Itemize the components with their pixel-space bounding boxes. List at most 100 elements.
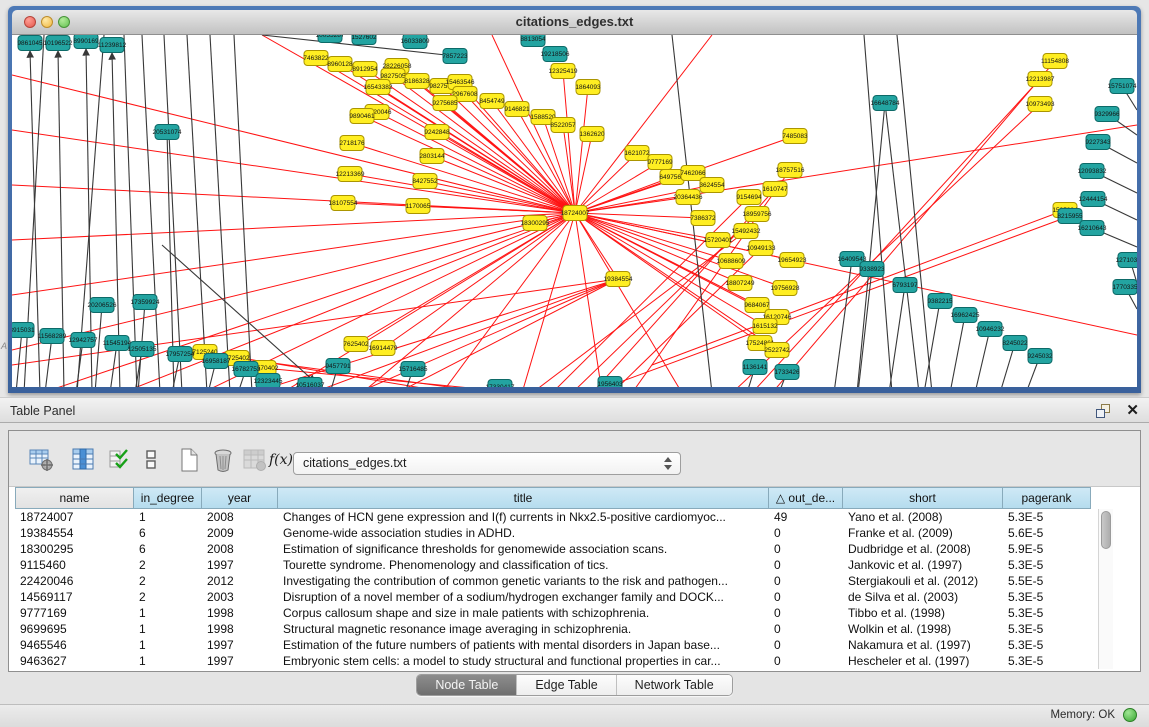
graph-node[interactable]: 8960128 bbox=[327, 57, 353, 72]
graph-node[interactable]: 8990169 bbox=[73, 35, 99, 49]
graph-node[interactable]: 9890461 bbox=[349, 109, 375, 124]
graph-node[interactable]: 6793197 bbox=[892, 278, 918, 293]
graph-node[interactable]: 1362620 bbox=[579, 127, 605, 142]
graph-node[interactable]: 12942757 bbox=[69, 333, 98, 348]
table-selector[interactable]: citations_edges.txt bbox=[293, 452, 681, 475]
graph-node[interactable]: 18757516 bbox=[776, 163, 805, 178]
graph-node[interactable]: 1733426 bbox=[774, 365, 800, 380]
graph-node[interactable]: 9154694 bbox=[736, 190, 762, 205]
graph-node[interactable]: 9861045 bbox=[17, 36, 43, 51]
table-row[interactable]: 946362711997Embryonic stem cells: a mode… bbox=[15, 653, 1091, 669]
graph-node[interactable]: 9227343 bbox=[1085, 135, 1111, 150]
graph-node[interactable]: 8215955 bbox=[1057, 209, 1083, 224]
graph-node[interactable]: 18724007 bbox=[561, 206, 590, 221]
graph-node[interactable]: 18107554 bbox=[329, 196, 358, 211]
graph-node[interactable]: 19384554 bbox=[604, 272, 633, 287]
graph-node[interactable]: 10973493 bbox=[1026, 97, 1055, 112]
graph-node[interactable]: 16210643 bbox=[1078, 221, 1107, 236]
graph-node[interactable]: 1136141 bbox=[743, 360, 768, 375]
graph-node[interactable]: 9245032 bbox=[1027, 349, 1053, 364]
graph-node[interactable]: 2522742 bbox=[764, 343, 790, 358]
table-row[interactable]: 946554611997Estimation of the future num… bbox=[15, 637, 1091, 653]
graph-node[interactable]: 12323445 bbox=[254, 374, 283, 388]
graph-node[interactable]: 2803144 bbox=[419, 149, 445, 164]
graph-node[interactable]: 12444154 bbox=[1079, 192, 1108, 207]
table-row[interactable]: 1938455462009Genome-wide association stu… bbox=[15, 525, 1091, 541]
graph-node[interactable]: 8245022 bbox=[1002, 336, 1028, 351]
trash-icon[interactable] bbox=[209, 446, 237, 474]
graph-node[interactable]: 16033809 bbox=[401, 35, 430, 49]
table-row[interactable]: 977716911998Corpus callosum shape and si… bbox=[15, 605, 1091, 621]
scrollbar-thumb[interactable] bbox=[1101, 511, 1111, 549]
column-highlight-icon[interactable] bbox=[69, 446, 97, 474]
graph-node[interactable]: 15751074 bbox=[1108, 79, 1137, 94]
graph-node[interactable]: 19654923 bbox=[778, 253, 807, 268]
graph-svg[interactable]: 1872400774638228960128891295428226058982… bbox=[12, 35, 1137, 387]
graph-node[interactable]: 8522057 bbox=[550, 118, 576, 133]
graph-node[interactable]: 12325419 bbox=[549, 64, 578, 79]
graph-node[interactable]: 3624554 bbox=[699, 178, 725, 193]
network-canvas[interactable]: 1872400774638228960128891295428226058982… bbox=[12, 35, 1137, 387]
graph-node[interactable]: 9338923 bbox=[859, 262, 885, 277]
tab-node-table[interactable]: Node Table bbox=[417, 675, 516, 695]
graph-node[interactable]: 11239812 bbox=[98, 38, 127, 53]
graph-node[interactable]: 10196522 bbox=[44, 36, 73, 51]
graph-node[interactable]: 8186328 bbox=[404, 74, 430, 89]
graph-node[interactable]: 16914479 bbox=[369, 341, 398, 356]
graph-node[interactable]: 20531074 bbox=[153, 125, 182, 140]
graph-node[interactable]: 7625402 bbox=[343, 337, 369, 352]
column-header-title[interactable]: title bbox=[278, 487, 769, 509]
tab-network-table[interactable]: Network Table bbox=[616, 675, 732, 695]
graph-node[interactable]: 1770335 bbox=[1112, 280, 1137, 295]
graph-node[interactable]: 1170065 bbox=[406, 199, 431, 214]
network-window-titlebar[interactable]: citations_edges.txt bbox=[12, 10, 1137, 35]
table-row[interactable]: 1830029562008Estimation of significance … bbox=[15, 541, 1091, 557]
table-row[interactable]: 2242004622012Investigating the contribut… bbox=[15, 573, 1091, 589]
graph-node[interactable]: 2718176 bbox=[339, 136, 365, 151]
table-settings-icon[interactable] bbox=[27, 446, 55, 474]
graph-node[interactable]: 17359924 bbox=[131, 295, 160, 310]
graph-node[interactable]: 10946232 bbox=[976, 322, 1005, 337]
column-header-in_degree[interactable]: in_degree bbox=[134, 487, 202, 509]
graph-node[interactable]: 10949133 bbox=[747, 241, 776, 256]
graph-node[interactable]: 9275685 bbox=[432, 96, 458, 111]
graph-node[interactable]: 7485083 bbox=[782, 129, 808, 144]
graph-node[interactable]: 9146821 bbox=[504, 102, 530, 117]
close-panel-icon[interactable]: ✕ bbox=[1126, 401, 1139, 419]
graph-node[interactable]: 18807249 bbox=[726, 276, 755, 291]
graph-node[interactable]: 11154808 bbox=[1041, 54, 1069, 69]
graph-node[interactable]: 9382215 bbox=[927, 294, 953, 309]
column-header-short[interactable]: short bbox=[843, 487, 1003, 509]
graph-node[interactable]: 8454749 bbox=[479, 94, 505, 109]
graph-node[interactable]: 12093832 bbox=[1078, 164, 1107, 179]
graph-node[interactable]: 17330417 bbox=[486, 380, 515, 388]
table-row[interactable]: 969969511998Structural magnetic resonanc… bbox=[15, 621, 1091, 637]
column-header-pagerank[interactable]: pagerank bbox=[1003, 487, 1091, 509]
column-header-name[interactable]: name bbox=[15, 487, 134, 509]
graph-node[interactable]: 19218506 bbox=[541, 47, 570, 62]
graph-node[interactable]: 12213987 bbox=[1026, 72, 1055, 87]
graph-node[interactable]: 10516037 bbox=[296, 378, 325, 388]
graph-node[interactable]: 19756928 bbox=[771, 281, 800, 296]
stacked-squares-icon[interactable] bbox=[137, 446, 165, 474]
network-window[interactable]: citations_edges.txt 18724007746382289601… bbox=[8, 6, 1141, 393]
graph-node[interactable]: 15720401 bbox=[704, 233, 733, 248]
graph-node[interactable]: 20364436 bbox=[674, 190, 703, 205]
graph-node[interactable]: 18300295 bbox=[521, 216, 550, 231]
graph-node[interactable]: 1615132 bbox=[752, 319, 778, 334]
graph-node[interactable]: 1864093 bbox=[575, 80, 601, 95]
column-header-out_degree[interactable]: △ out_de... bbox=[769, 487, 843, 509]
graph-node[interactable]: 16543382 bbox=[364, 80, 393, 95]
table-row[interactable]: 1456911722003Disruption of a novel membe… bbox=[15, 589, 1091, 605]
graph-node[interactable]: 18959756 bbox=[743, 207, 772, 222]
graph-node[interactable]: 10055287 bbox=[316, 35, 345, 43]
table-row[interactable]: 911546021997Tourette syndrome. Phenomeno… bbox=[15, 557, 1091, 573]
graph-node[interactable]: 10688609 bbox=[717, 254, 746, 269]
graph-node[interactable]: 7857223 bbox=[442, 49, 468, 64]
vertical-scrollbar[interactable] bbox=[1098, 509, 1113, 669]
graph-node[interactable]: 7386372 bbox=[690, 211, 716, 226]
checkmarks-icon[interactable] bbox=[107, 446, 135, 474]
graph-node[interactable]: 12505135 bbox=[128, 342, 157, 357]
graph-node[interactable]: 9329966 bbox=[1094, 107, 1120, 122]
new-file-icon[interactable] bbox=[175, 446, 203, 474]
